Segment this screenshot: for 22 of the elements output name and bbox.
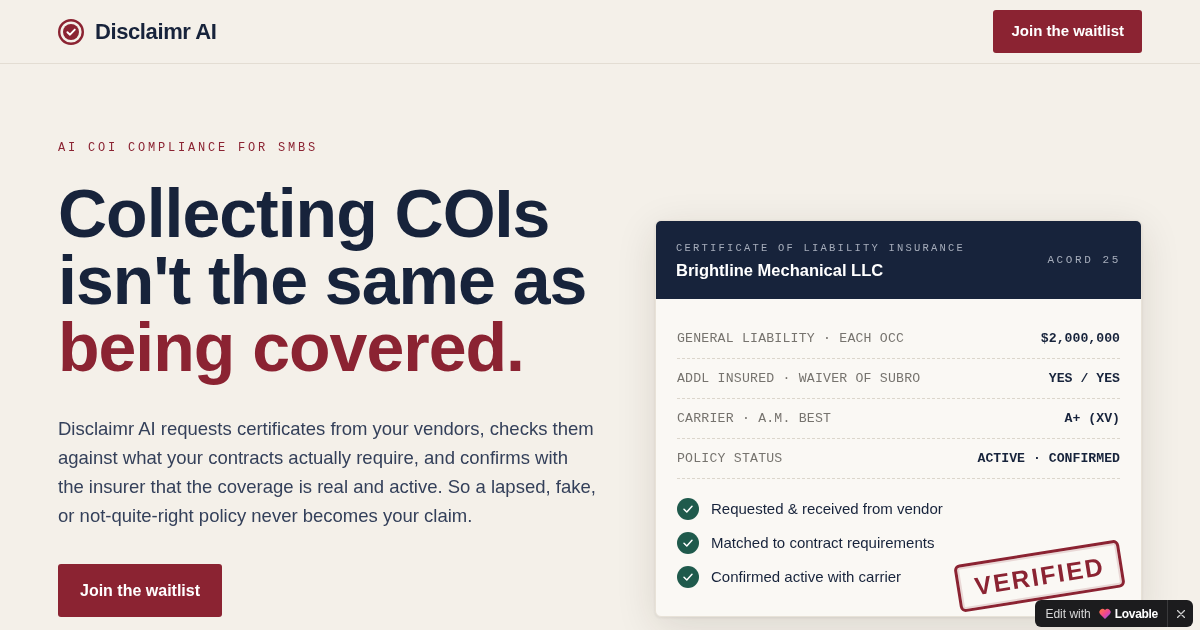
field-label: CARRIER · A.M. BEST — [677, 409, 832, 428]
checklist-text: Confirmed active with carrier — [711, 566, 902, 587]
heart-icon — [1098, 608, 1111, 619]
check-circle-icon — [58, 18, 84, 45]
field-value: YES / YES — [1048, 369, 1120, 388]
checklist-text: Requested & received from vendor — [711, 498, 943, 519]
brand-name: Disclaimr AI — [95, 18, 217, 46]
waitlist-button[interactable]: Join the waitlist — [58, 564, 222, 617]
form-number: ACORD 25 — [1047, 253, 1121, 269]
hero-description: Disclaimr AI requests certificates from your vendors, checks them against what your contracts actually require, and confirms with the insurer that the coverage is real and active. So a lapsed, fake, or not-quite-right policy never becomes your claim. — [58, 417, 597, 528]
waitlist-button[interactable]: Join the waitlist — [993, 10, 1142, 53]
field-value: $2,000,000 — [1040, 329, 1120, 348]
certificate-type-label: CERTIFICATE OF LIABILITY INSURANCE — [676, 241, 966, 255]
checklist-text: Matched to contract requirements — [711, 532, 935, 553]
eyebrow-text: AI COI COMPLIANCE FOR SMBS — [58, 141, 320, 155]
field-value: ACTIVE · CONFIRMED — [977, 449, 1120, 468]
insured-name: Brightline Mechanical LLC — [676, 259, 885, 280]
field-label: ADDL INSURED · WAIVER OF SUBRO — [677, 369, 921, 388]
field-value: A+ (XV) — [1064, 409, 1120, 428]
close-icon — [1176, 609, 1185, 618]
field-label: GENERAL LIABILITY · EACH OCC — [677, 329, 905, 348]
field-label: POLICY STATUS — [677, 449, 783, 468]
